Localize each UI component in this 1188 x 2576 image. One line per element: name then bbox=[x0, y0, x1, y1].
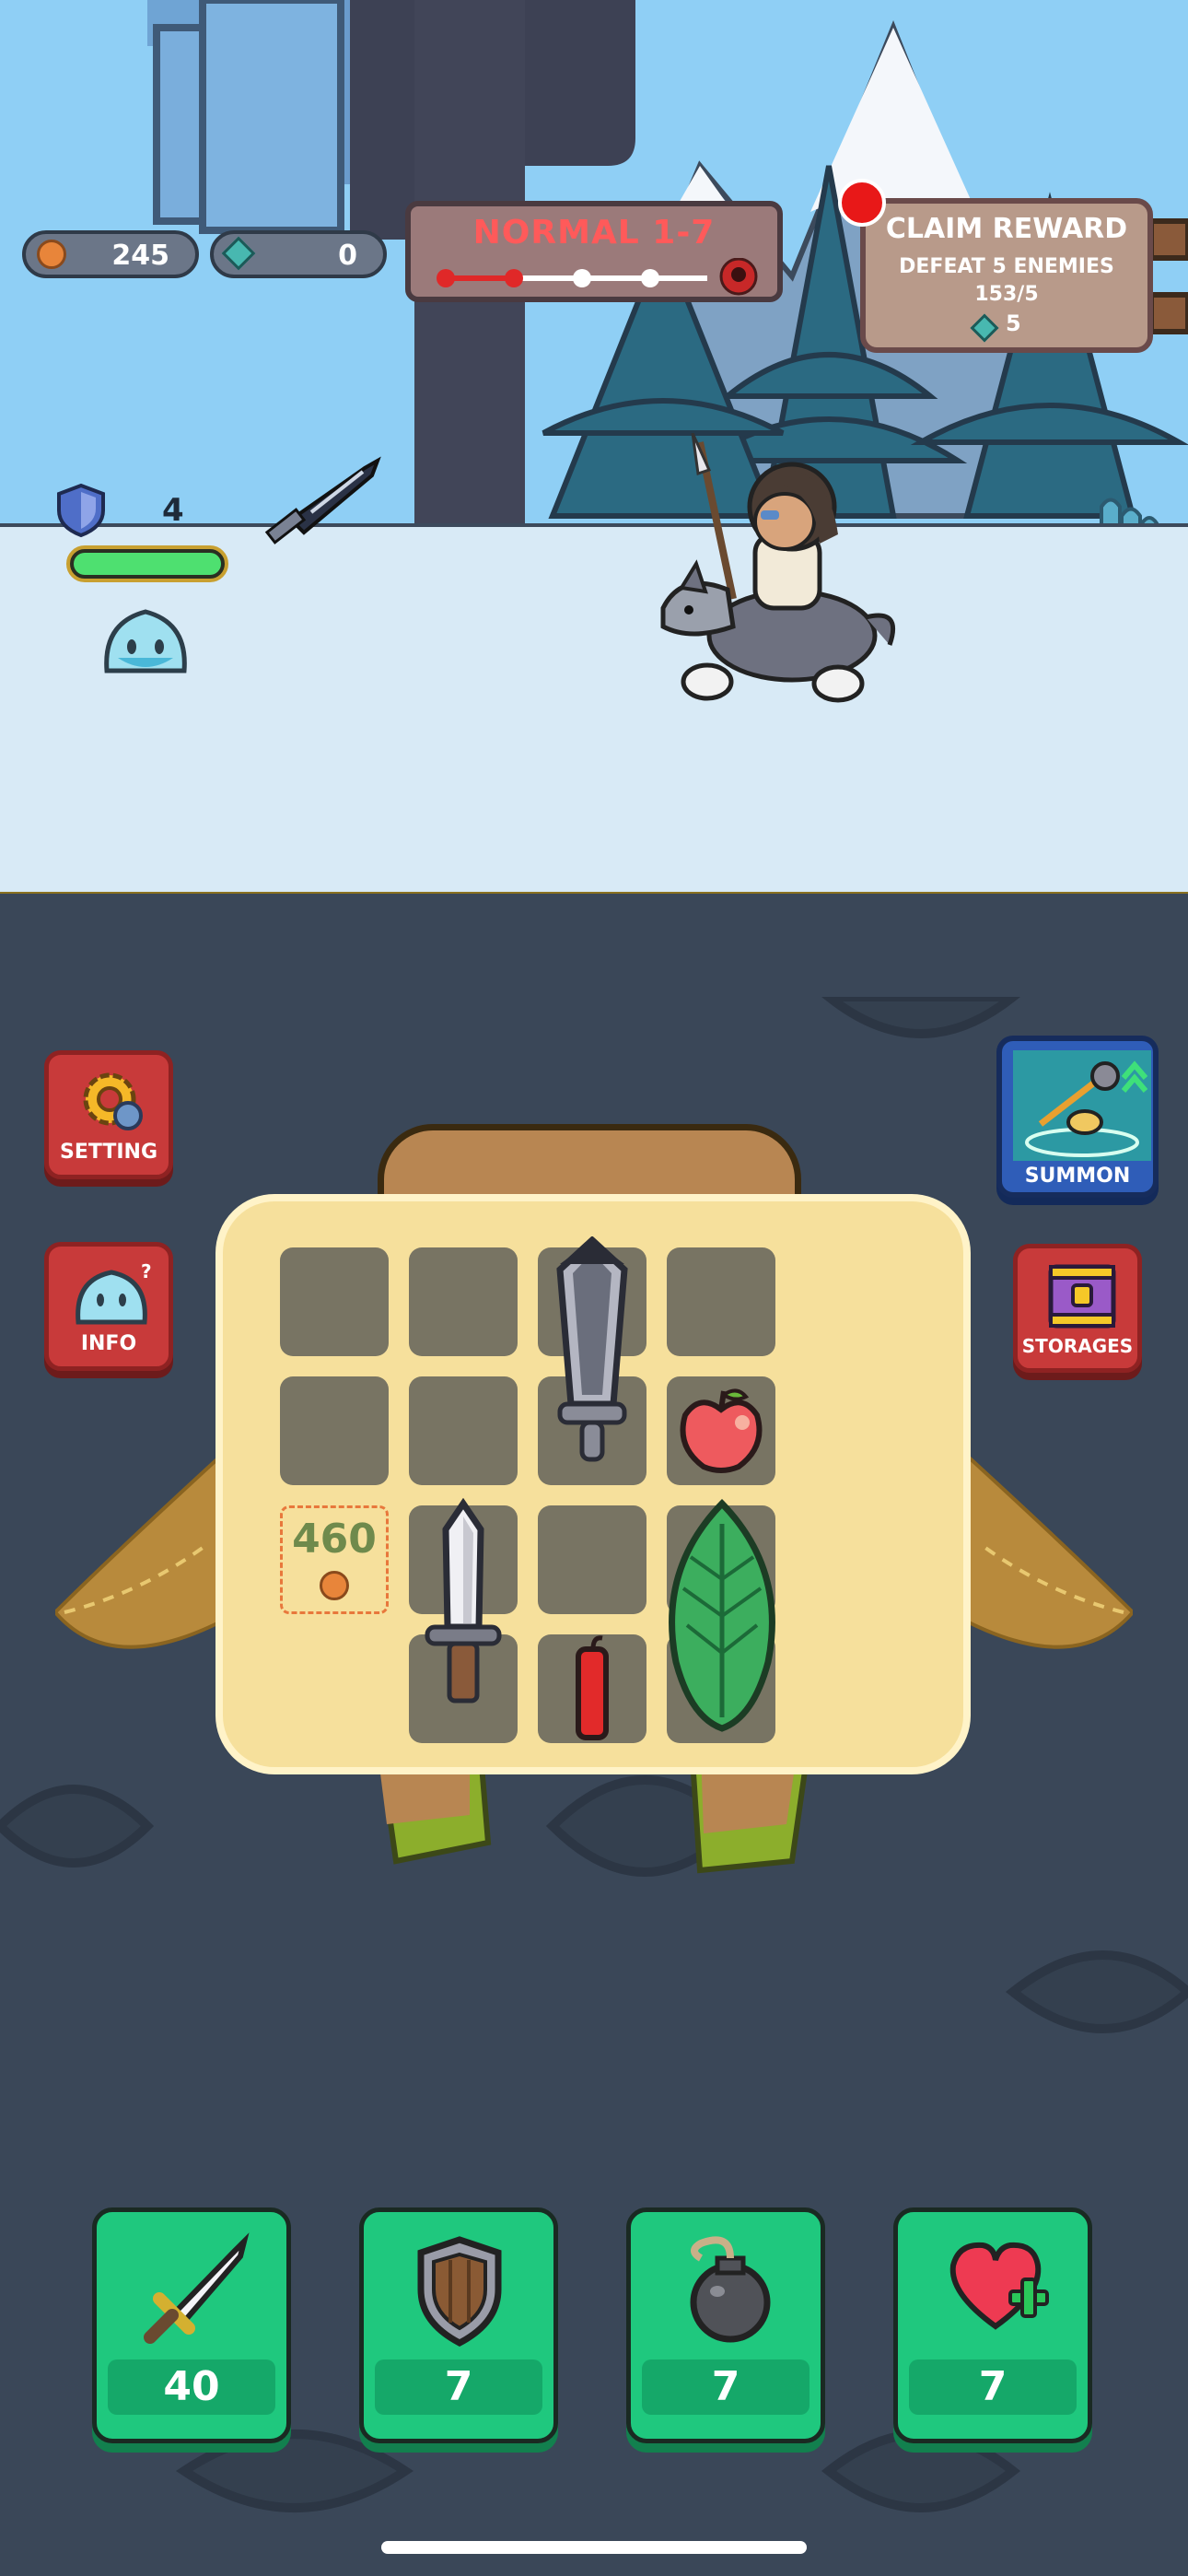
great-sword-item[interactable] bbox=[543, 1236, 641, 1467]
coin-icon bbox=[37, 240, 66, 269]
gem-icon bbox=[970, 313, 999, 343]
attack-stat-card[interactable]: 40 bbox=[92, 2207, 291, 2443]
coin-amount: 245 bbox=[111, 240, 169, 272]
leaf-item[interactable] bbox=[665, 1496, 779, 1736]
bomb-stat-card[interactable]: 7 bbox=[626, 2207, 825, 2443]
hero-on-wolf bbox=[660, 433, 896, 703]
inventory-slot[interactable] bbox=[280, 1376, 389, 1485]
thrown-sword bbox=[264, 456, 381, 544]
stage-title: NORMAL 1-7 bbox=[472, 214, 716, 252]
stage-step-dot bbox=[437, 269, 455, 287]
home-indicator[interactable] bbox=[381, 2541, 807, 2554]
stage-step-dot bbox=[505, 269, 523, 287]
coin-counter: 245 bbox=[22, 230, 199, 278]
attack-value: 40 bbox=[108, 2359, 275, 2415]
stage-step-dot bbox=[641, 269, 659, 287]
inventory-grid: 460 bbox=[215, 1194, 971, 1774]
stage-step-dot bbox=[573, 269, 591, 287]
bomb-icon bbox=[690, 2236, 771, 2343]
quest-progress: 153/5 bbox=[974, 283, 1039, 306]
storages-button[interactable]: STORAGES bbox=[1013, 1244, 1142, 1373]
claim-reward-card[interactable]: CLAIM REWARD DEFEAT 5 ENEMIES 153/5 5 bbox=[860, 198, 1153, 353]
notification-dot bbox=[838, 179, 886, 227]
defense-stat-card[interactable]: 7 bbox=[359, 2207, 558, 2443]
storages-label: STORAGES bbox=[1021, 1335, 1134, 1357]
inventory-slot[interactable] bbox=[409, 1247, 518, 1356]
quest-title: CLAIM REWARD bbox=[885, 213, 1128, 245]
wooden-shield-icon bbox=[417, 2236, 502, 2347]
heal-value: 7 bbox=[909, 2359, 1077, 2415]
stage-progress bbox=[437, 258, 758, 296]
summon-label: SUMMON bbox=[1024, 1165, 1131, 1188]
info-label: INFO bbox=[80, 1332, 137, 1355]
heart-plus-icon bbox=[949, 2242, 1049, 2330]
sword-icon bbox=[144, 2232, 250, 2344]
info-button[interactable]: ? INFO bbox=[44, 1242, 173, 1371]
stage-banner: NORMAL 1-7 bbox=[405, 201, 783, 302]
enemy-health-bar bbox=[66, 545, 228, 582]
setting-label: SETTING bbox=[59, 1141, 158, 1164]
quest-objective: DEFEAT 5 ENEMIES bbox=[899, 255, 1114, 278]
inventory-slot[interactable] bbox=[667, 1247, 775, 1356]
setting-button[interactable]: SETTING bbox=[44, 1050, 173, 1179]
heal-stat-card[interactable]: 7 bbox=[893, 2207, 1092, 2443]
inventory-slot[interactable] bbox=[538, 1505, 646, 1614]
dynamite-item[interactable] bbox=[565, 1634, 621, 1743]
gear-icon bbox=[83, 1072, 143, 1130]
treasure-chest-icon bbox=[1048, 1264, 1116, 1329]
bomb-value: 7 bbox=[642, 2359, 809, 2415]
enemy-health-fill bbox=[74, 553, 221, 575]
short-sword-item[interactable] bbox=[414, 1498, 512, 1710]
coin-icon bbox=[320, 1571, 349, 1600]
slime-help-icon: ? bbox=[76, 1263, 152, 1325]
buy-slot[interactable]: 460 bbox=[280, 1505, 389, 1614]
slime-enemy bbox=[104, 609, 187, 673]
gem-amount: 0 bbox=[338, 240, 357, 272]
summon-button[interactable]: SUMMON bbox=[996, 1036, 1159, 1198]
inventory-slot[interactable] bbox=[409, 1376, 518, 1485]
enemy-shield-value: 4 bbox=[162, 492, 184, 529]
battle-scene: 245 0 NORMAL 1-7 CLAIM REWARD DEFEAT 5 E… bbox=[0, 0, 1188, 894]
summon-portal-icon bbox=[1013, 1050, 1151, 1161]
svg-text:?: ? bbox=[141, 1263, 152, 1282]
slot-price: 460 bbox=[292, 1516, 377, 1563]
apple-item[interactable] bbox=[672, 1382, 770, 1480]
inventory-slot[interactable] bbox=[280, 1247, 389, 1356]
gem-icon bbox=[221, 236, 256, 271]
defense-value: 7 bbox=[375, 2359, 542, 2415]
gem-counter: 0 bbox=[210, 230, 387, 278]
shield-icon bbox=[57, 483, 105, 538]
quest-reward-amount: 5 bbox=[1006, 310, 1021, 336]
ground-rail bbox=[0, 892, 1188, 894]
